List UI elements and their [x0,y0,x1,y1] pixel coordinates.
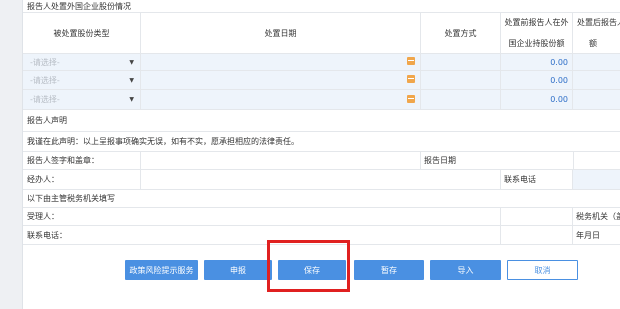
header-after: 处置后报告人在外 额 [573,13,620,53]
tax-phone-label: 联系电话： [23,226,501,244]
chevron-down-icon: ▼ [129,96,134,103]
chevron-down-icon: ▼ [129,76,134,84]
header-after-line2: 额 [589,39,597,48]
policy-risk-button[interactable]: 政策风险提示服务 [125,260,198,280]
header-before-line2: 国企业持股份额 [508,39,565,48]
after-amount-input[interactable] [573,71,620,89]
phone-input[interactable] [573,170,620,189]
import-button[interactable]: 导入 [430,260,501,280]
table-row: -请选择- ▼ 0.00 [23,90,620,110]
header-after-line1: 处置后报告人在外 [577,18,620,27]
header-method: 处置方式 [421,13,501,53]
disposal-method-input[interactable] [421,90,501,109]
table-row: -请选择- ▼ 0.00 [23,71,620,90]
declaration-title: 报告人声明 [27,116,67,125]
tax-office-title: 以下由主管税务机关填写 [27,194,115,203]
calendar-icon[interactable] [407,95,415,103]
table-row: -请选择- ▼ 0.00 [23,54,620,71]
chevron-down-icon: ▼ [129,58,134,66]
header-before: 处置前报告人在外 国企业持股份额 [501,13,573,53]
calendar-icon[interactable] [407,57,415,65]
signature-label: 报告人签字和盖章： [23,152,141,169]
save-highlight-box [267,240,350,292]
tax-phone-field [501,226,573,244]
share-type-placeholder: -请选择- [30,75,60,85]
after-amount-input[interactable] [573,90,620,109]
tax-office-label: 税务机关（盖章） [576,212,620,221]
tax-office-title-row: 以下由主管税务机关填写 [23,190,620,208]
share-type-select[interactable]: -请选择- ▼ [23,71,141,89]
table-header: 被处置股份类型 处置日期 处置方式 处置前报告人在外 国企业持股份额 处置后报告… [23,12,620,54]
share-type-select[interactable]: -请选择- ▼ [23,90,141,109]
declaration-title-row: 报告人声明 [23,110,620,132]
signature-field [141,152,421,169]
disposal-method-input[interactable] [421,54,501,70]
after-amount-input[interactable] [573,54,620,70]
disposal-date-input[interactable] [141,90,421,109]
handler-label: 经办人： [23,170,141,189]
report-date-label: 报告日期 [424,156,456,165]
handler-row: 经办人： 联系电话 [23,170,620,190]
declaration-text-row: 我谨在此声明：以上呈报事项确实无误，如有不实，愿承担相应的法律责任。 [23,132,620,152]
signature-row: 报告人签字和盖章： 报告日期 [23,152,620,170]
share-type-placeholder: -请选择- [30,95,60,104]
date-label: 年月日 [576,230,600,240]
share-type-placeholder: -请选择- [30,57,60,67]
before-amount-input[interactable]: 0.00 [501,71,573,89]
receiver-label: 受理人： [23,208,501,225]
receiver-row: 受理人： 税务机关（盖章） [23,208,620,226]
phone-label: 联系电话 [501,170,573,189]
disposal-method-input[interactable] [421,71,501,89]
report-date-field [573,152,620,169]
header-type: 被处置股份类型 [23,13,141,53]
receiver-field [501,208,573,225]
before-amount-input[interactable]: 0.00 [501,90,573,109]
declare-button[interactable]: 申报 [204,260,272,280]
section-title: 报告人处置外国企业股份情况 [27,2,131,11]
disposal-date-input[interactable] [141,54,421,70]
header-before-line1: 处置前报告人在外 [504,18,569,27]
share-type-select[interactable]: -请选择- ▼ [23,54,141,70]
handler-field [141,170,501,189]
calendar-icon[interactable] [407,75,415,83]
cancel-button[interactable]: 取消 [507,260,578,280]
declaration-text: 我谨在此声明：以上呈报事项确实无误，如有不实，愿承担相应的法律责任。 [27,137,299,146]
draft-button[interactable]: 暂存 [354,260,424,280]
disposal-date-input[interactable] [141,71,421,89]
header-date: 处置日期 [141,13,421,53]
before-amount-input[interactable]: 0.00 [501,54,573,70]
